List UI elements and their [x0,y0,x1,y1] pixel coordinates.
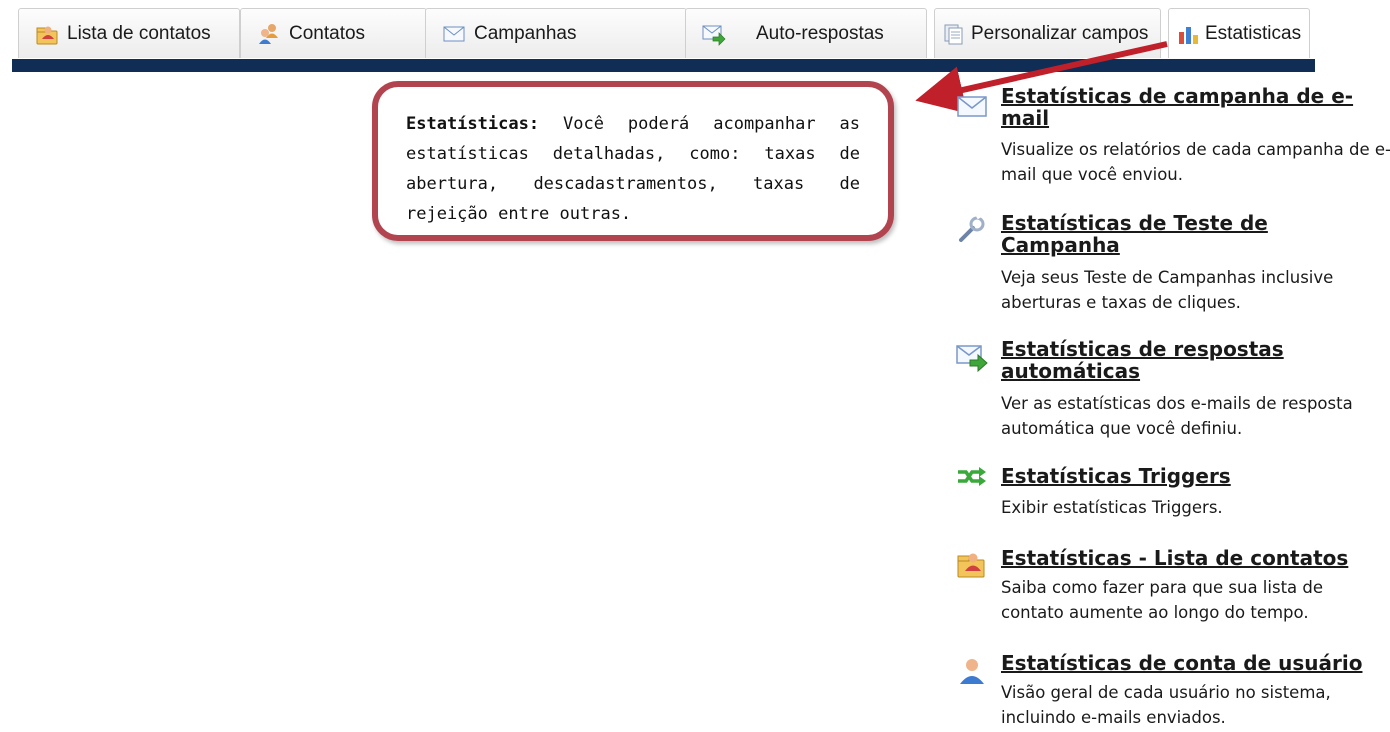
stat-title-link[interactable]: Estatísticas Triggers [1001,465,1390,487]
tab-label: Contatos [289,22,366,44]
stat-description: Visualize os relatórios de cada campanha… [1001,140,1390,184]
stat-title-link[interactable]: Estatísticas de conta de usuário [1001,652,1390,674]
wrench-icon [959,213,985,242]
tab-campanhas[interactable]: Campanhas [425,8,687,58]
stat-description: Veja seus Teste de Campanhas inclusive a… [1001,268,1334,312]
stat-description: Visão geral de cada usuário no sistema, … [1001,683,1331,727]
stat-item-respostas-automaticas: Estatísticas de respostas automáticas Ve… [955,338,1385,438]
tab-lista-de-contatos[interactable]: Lista de contatos [18,8,240,58]
annotation-callout: Estatísticas: Você poderá acompanhar as … [372,81,894,241]
stat-description: Ver as estatísticas dos e-mails de respo… [1001,394,1353,438]
tab-label: Auto-respostas [756,22,884,44]
tab-label: Lista de contatos [67,22,211,44]
stat-description: Exibir estatísticas Triggers. [1001,498,1223,517]
stat-item-campanha-email: Estatísticas de campanha de e-mail Visua… [955,85,1390,185]
tab-label: Estatisticas [1205,22,1302,44]
stat-title-link[interactable]: Estatísticas de respostas automáticas [1001,338,1390,382]
tab-label: Campanhas [474,22,577,44]
stat-description: Saiba como fazer para que sua lista de c… [1001,578,1324,622]
stat-item-triggers: Estatísticas Triggers Exibir estatística… [955,465,1385,525]
tab-contatos[interactable]: Contatos [240,8,427,58]
stat-item-conta-usuario: Estatísticas de conta de usuário Visão g… [955,652,1385,732]
auto-reply-icon [702,25,726,46]
triggers-icon [958,467,986,486]
contact-list-icon [36,26,58,44]
user-icon [960,659,984,684]
envelope-icon [957,96,987,117]
stat-title-link[interactable]: Estatísticas de Teste de Campanha [1001,212,1390,256]
stat-item-lista-contatos: Estatísticas - Lista de contatos Saiba c… [955,547,1385,627]
contacts-icon [259,23,278,44]
bar-chart-icon [1179,26,1198,44]
envelope-icon [443,26,465,41]
callout-heading: Estatísticas: [406,114,540,134]
stat-title-link[interactable]: Estatísticas de campanha de e-mail [1001,85,1390,129]
stat-item-teste-campanha: Estatísticas de Teste de Campanha Veja s… [955,212,1385,312]
tab-estatisticas[interactable]: Estatisticas [1168,8,1310,58]
auto-reply-icon [956,345,988,373]
contact-list-icon [957,553,985,578]
tab-auto-respostas[interactable]: Auto-respostas [685,8,927,58]
stat-title-link[interactable]: Estatísticas - Lista de contatos [1001,547,1390,569]
